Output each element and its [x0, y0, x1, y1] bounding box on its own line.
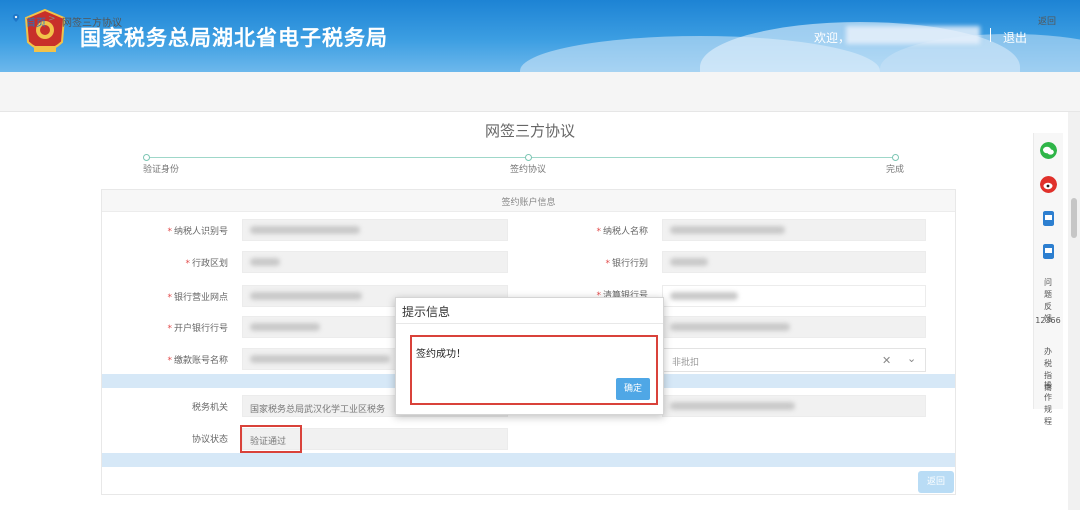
redacted-value [670, 258, 708, 266]
label-text: 协议状态 [191, 435, 228, 445]
label-text: 开户银行行号 [173, 324, 228, 334]
redacted-value [250, 355, 390, 363]
breadcrumb-home-link[interactable]: 首页 [26, 14, 46, 29]
required-mark: * [605, 259, 610, 269]
label-bank-branch: * 银行营业网点 [102, 290, 228, 303]
label-text: 银行行别 [611, 259, 648, 269]
tax-authority-value: 国家税务总局武汉化学工业区税务 [250, 405, 386, 415]
back-link[interactable]: 返回 [1038, 14, 1056, 27]
breadcrumb [0, 72, 1080, 112]
required-mark: * [167, 293, 172, 303]
dialog-title: 提示信息 [402, 305, 451, 319]
header-separator [990, 28, 991, 42]
redacted-value [670, 226, 785, 234]
deduction-type-value: 非批扣 [672, 358, 700, 368]
confirm-button[interactable]: 确定 [616, 378, 650, 400]
breadcrumb-current: 网签三方协议 [62, 18, 122, 29]
scrollbar[interactable] [1068, 112, 1080, 510]
step-dot [525, 154, 532, 161]
weibo-icon[interactable] [1040, 176, 1057, 193]
breadcrumb-arrow: > [48, 14, 56, 24]
admin-district-field[interactable] [242, 251, 508, 273]
redacted-value [670, 323, 790, 331]
label-text: 银行营业网点 [173, 293, 228, 303]
label-payer-account-name: * 缴款账号名称 [102, 353, 228, 366]
dialog-divider [396, 323, 663, 324]
clear-icon[interactable]: ✕ [882, 354, 891, 367]
required-mark: * [167, 227, 172, 237]
label-agreement-status: 协议状态 [102, 432, 228, 445]
user-name-redacted [846, 26, 980, 44]
location-pin-icon [12, 14, 20, 22]
redacted-value [250, 258, 280, 266]
logout-link[interactable]: 退出 [1003, 29, 1027, 46]
steps-progress-line [146, 157, 896, 158]
required-mark: * [596, 227, 601, 237]
label-text: 纳税人名称 [602, 227, 648, 237]
chevron-down-icon[interactable]: ⌄ [907, 352, 916, 365]
return-button[interactable]: 返回 [918, 471, 954, 493]
app-download-icon[interactable] [1040, 210, 1057, 227]
app-download-icon[interactable] [1040, 243, 1057, 260]
page-title: 网签三方协议 [484, 122, 575, 140]
label-text: 缴款账号名称 [173, 356, 228, 366]
label-opening-bank-no: * 开户银行行号 [102, 321, 228, 334]
highlight-box [240, 425, 302, 453]
dialog-message: 签约成功！ [416, 349, 466, 360]
required-mark: * [167, 356, 172, 366]
step-verify-identity: 验证身份 [143, 165, 180, 175]
label-bank-type: * 银行行别 [522, 256, 648, 269]
required-mark: * [167, 324, 172, 334]
redacted-value [250, 226, 360, 234]
label-taxpayer-name: * 纳税人名称 [522, 224, 648, 237]
scrollbar-thumb[interactable] [1071, 198, 1077, 238]
redacted-value [250, 292, 362, 300]
label-admin-district: * 行政区划 [102, 256, 228, 269]
wechat-icon[interactable] [1040, 142, 1057, 159]
label-taxpayer-id: * 纳税人识别号 [102, 224, 228, 237]
welcome-text: 欢迎， [814, 31, 851, 45]
label-text: 税务机关 [191, 403, 228, 413]
redacted-value [250, 323, 320, 331]
hotline-link[interactable]: 12366 [1033, 315, 1063, 327]
step-dot [892, 154, 899, 161]
step-dot [143, 154, 150, 161]
step-complete: 完成 [886, 165, 905, 175]
label-text: 纳税人识别号 [173, 227, 228, 237]
required-mark: * [185, 259, 190, 269]
bottom-band [102, 453, 955, 467]
step-sign-agreement: 签约协议 [510, 165, 547, 175]
redacted-value [670, 292, 738, 300]
label-text: 行政区划 [191, 259, 228, 269]
label-tax-authority: 税务机关 [102, 400, 228, 413]
redacted-value [670, 402, 795, 410]
rules-link[interactable]: 操作规程 [1033, 380, 1063, 428]
panel-section-title: 签约账户信息 [501, 198, 556, 208]
site-title: 国家税务总局湖北省电子税务局 [80, 26, 388, 50]
